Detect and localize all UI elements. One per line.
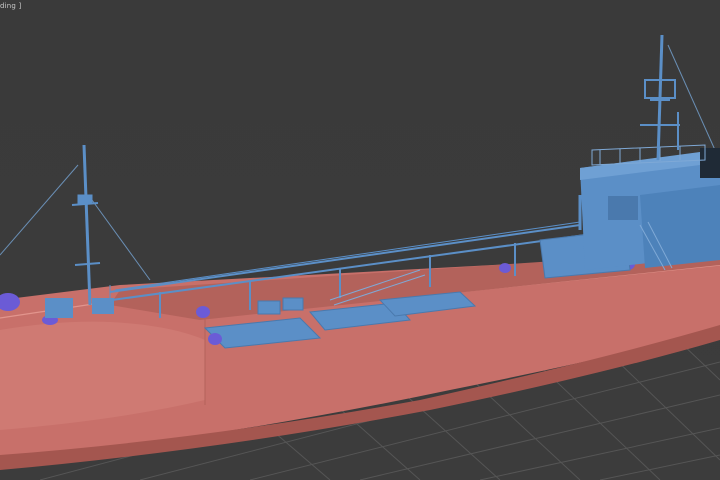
bridge-superstructure[interactable] — [580, 148, 720, 270]
3d-viewport[interactable]: ding ] — [0, 0, 720, 480]
forward-mast[interactable] — [71, 144, 101, 306]
viewport-scene — [0, 34, 720, 480]
